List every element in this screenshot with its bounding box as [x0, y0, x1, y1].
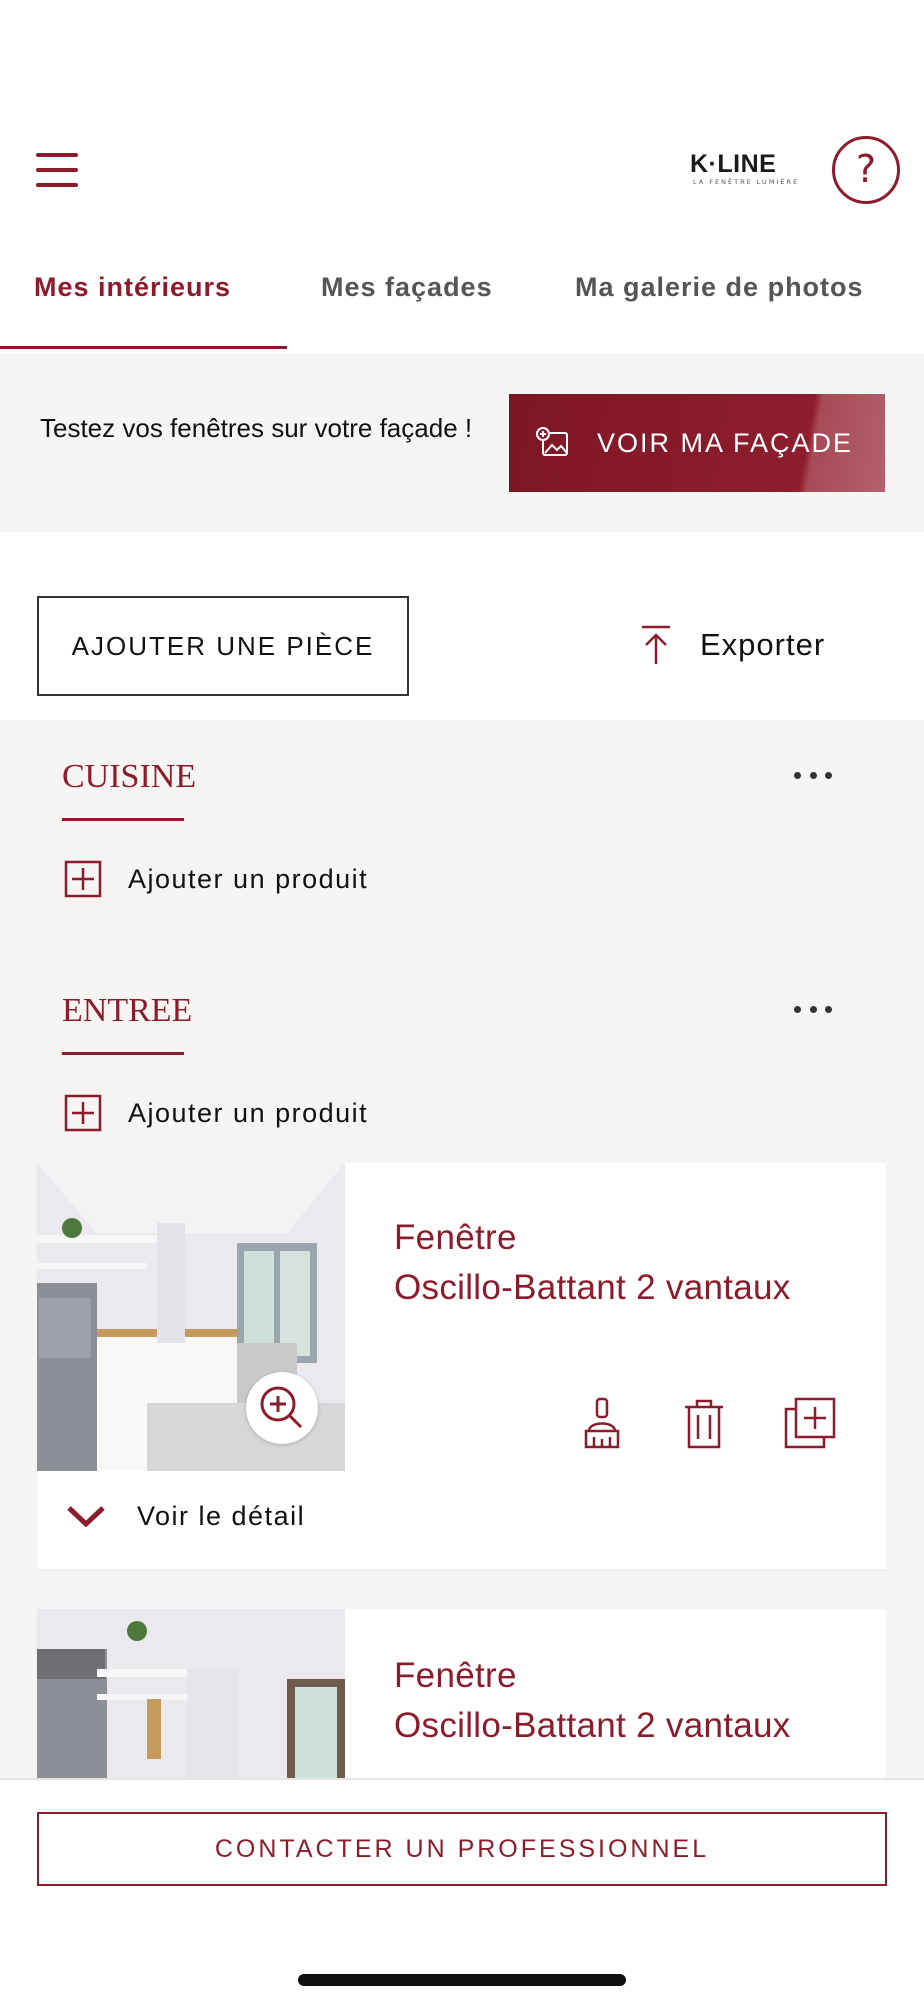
product-name-line1: Fenêtre: [394, 1656, 517, 1695]
voir-le-detail-label: Voir le détail: [137, 1501, 306, 1531]
promo-text: Testez vos fenêtres sur votre façade !: [40, 413, 473, 443]
room-title-entree: ENTREE: [62, 992, 193, 1029]
tab-galerie-photos[interactable]: Ma galerie de photos: [575, 272, 864, 303]
contact-professional-button[interactable]: CONTACTER UN PROFESSIONNEL: [37, 1812, 887, 1886]
add-product-label: Ajouter un produit: [128, 1097, 369, 1128]
room-actions: AJOUTER UNE PIÈCE Exporter: [0, 532, 924, 720]
paint-brush-icon[interactable]: [582, 1397, 622, 1449]
add-product-cuisine[interactable]: Ajouter un produit: [64, 860, 368, 898]
help-icon[interactable]: ?: [832, 136, 900, 204]
logo-tagline: LA FENÊTRE LUMIÈRE: [693, 178, 800, 186]
product-card: Fenêtre Oscillo-Battant 2 vantaux Voir l…: [37, 1163, 886, 1569]
active-tab-indicator: [0, 346, 287, 349]
menu-icon[interactable]: [36, 153, 78, 187]
facade-promo-banner: Testez vos fenêtres sur votre façade ! V…: [0, 354, 924, 532]
tab-bar: Mes intérieurs Mes façades Ma galerie de…: [0, 262, 924, 350]
add-product-entree[interactable]: Ajouter un produit: [64, 1094, 368, 1132]
voir-ma-facade-button[interactable]: VOIR MA FAÇADE: [509, 394, 885, 492]
product-name-line2: Oscillo-Battant 2 vantaux: [394, 1268, 791, 1307]
duplicate-icon[interactable]: [784, 1397, 836, 1449]
zoom-in-icon[interactable]: [246, 1372, 318, 1444]
tab-mes-facades[interactable]: Mes façades: [321, 272, 493, 303]
product-name: Fenêtre Oscillo-Battant 2 vantaux: [394, 1651, 791, 1751]
product-name: Fenêtre Oscillo-Battant 2 vantaux: [394, 1213, 791, 1313]
product-photo[interactable]: [37, 1609, 345, 1780]
product-name-line1: Fenêtre: [394, 1218, 517, 1257]
footer-bar: CONTACTER UN PROFESSIONNEL: [0, 1778, 924, 2000]
room-title-underline: [62, 1052, 184, 1055]
export-button[interactable]: Exporter: [640, 624, 825, 666]
image-compare-icon: [536, 427, 568, 456]
app-header: K·LINE LA FENÊTRE LUMIÈRE ?: [0, 0, 924, 240]
voir-le-detail-toggle[interactable]: Voir le détail: [65, 1501, 305, 1532]
voir-ma-facade-label: VOIR MA FAÇADE: [597, 427, 854, 458]
home-indicator[interactable]: [298, 1974, 626, 1986]
more-icon[interactable]: [794, 770, 832, 780]
plus-square-icon: [64, 860, 102, 898]
more-icon[interactable]: [794, 1004, 832, 1014]
export-label: Exporter: [700, 627, 826, 662]
plus-square-icon: [64, 1094, 102, 1132]
add-room-button[interactable]: AJOUTER UNE PIÈCE: [37, 596, 409, 696]
product-card: Fenêtre Oscillo-Battant 2 vantaux: [37, 1609, 886, 1780]
tab-mes-interieurs[interactable]: Mes intérieurs: [34, 272, 231, 303]
logo-wordmark: K·LINE: [690, 150, 777, 178]
brand-logo: K·LINE LA FENÊTRE LUMIÈRE: [690, 150, 812, 190]
room-title-cuisine: CUISINE: [62, 758, 197, 795]
room-title-underline: [62, 818, 184, 821]
room-list: CUISINE Ajouter un produit ENTREE Ajoute…: [0, 720, 924, 1780]
product-name-line2: Oscillo-Battant 2 vantaux: [394, 1706, 791, 1745]
trash-icon[interactable]: [683, 1397, 725, 1449]
chevron-down-icon: [67, 1505, 105, 1527]
upload-icon: [642, 625, 670, 664]
add-product-label: Ajouter un produit: [128, 863, 369, 894]
help-label: ?: [855, 147, 877, 191]
